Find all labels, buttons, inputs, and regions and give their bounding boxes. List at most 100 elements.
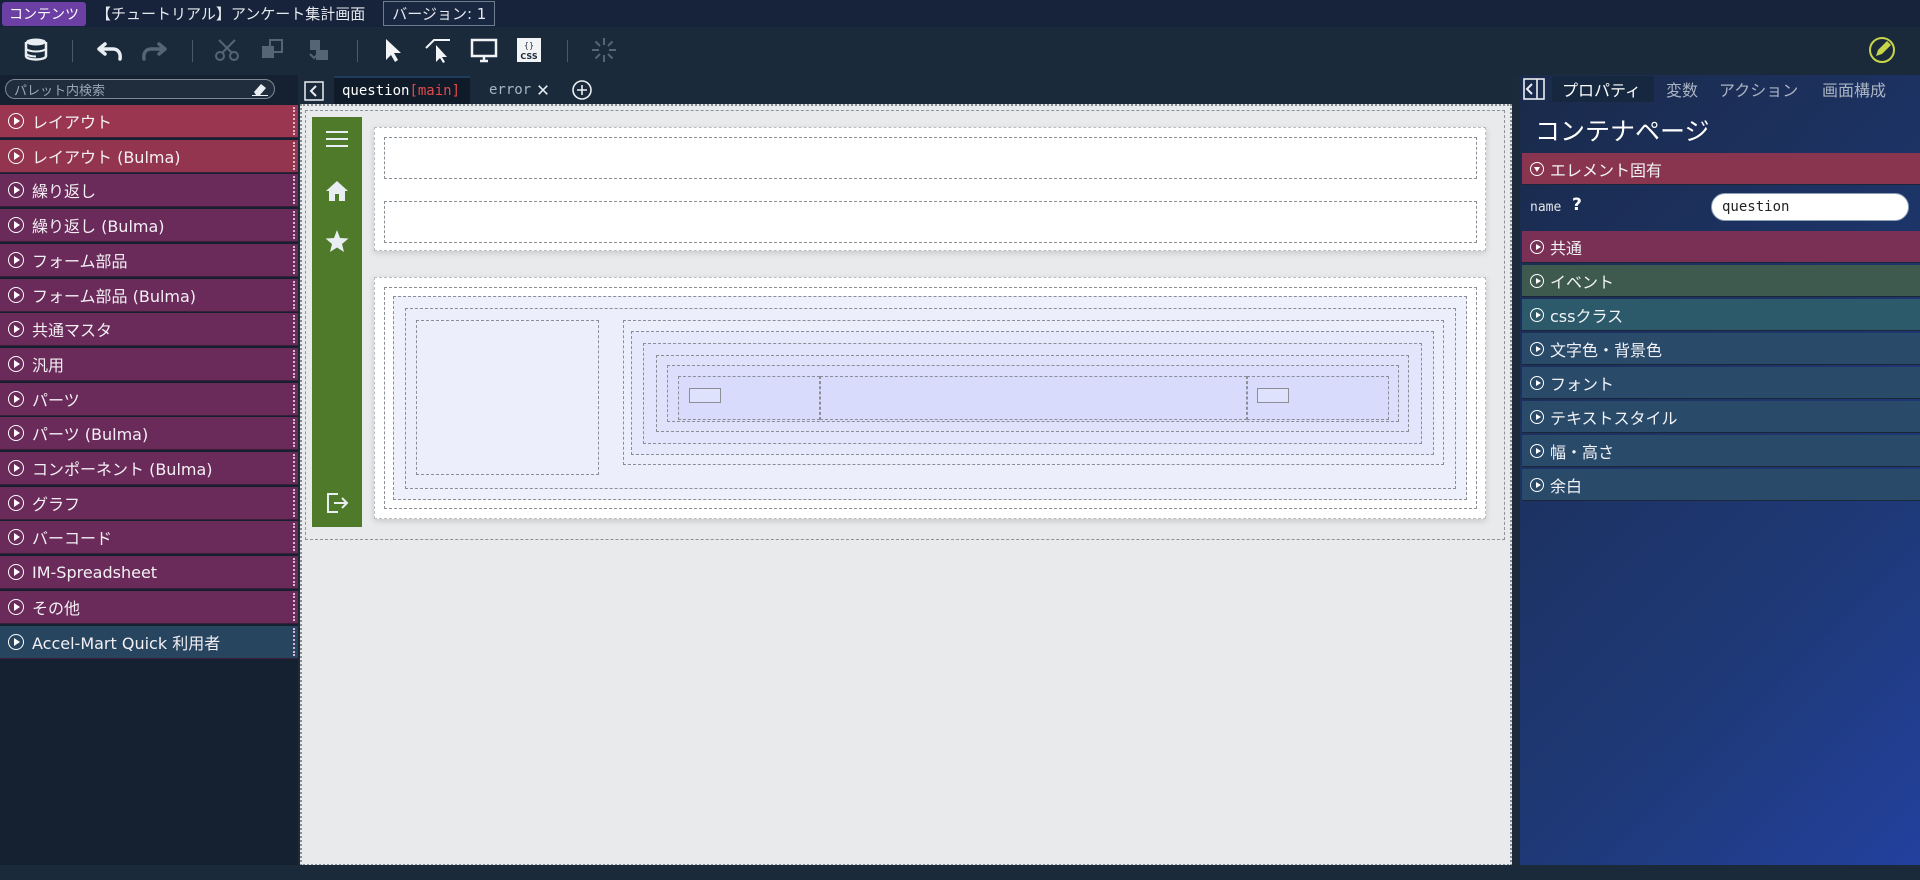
paste-icon[interactable] [302,34,334,66]
tab-variables-label: 変数 [1666,81,1699,100]
header-field-1[interactable] [384,137,1477,179]
palette-category[interactable]: グラフ [0,486,298,520]
palette-category[interactable]: レイアウト [0,105,298,138]
props-section-label: 共通 [1550,238,1583,258]
props-section[interactable]: テキストスタイル [1522,401,1920,433]
expand-icon [8,633,24,650]
drag-handle [293,141,295,170]
home-icon[interactable] [324,178,350,204]
palette-category-label: IM-Spreadsheet [32,562,158,582]
drag-handle [293,245,295,274]
palette-search-input[interactable]: パレット内検索 [5,79,275,99]
logout-icon[interactable] [324,490,350,516]
header-field-2[interactable] [384,201,1477,243]
palette-category-label: その他 [32,598,81,618]
expand-icon [8,182,24,199]
select-arrow-icon[interactable] [378,34,410,66]
redo-icon[interactable] [138,34,170,66]
palette-category[interactable]: パーツ [0,382,298,416]
edit-pencil-icon[interactable] [1866,34,1898,66]
props-section-label: フォント [1550,374,1615,394]
props-section[interactable]: エレメント固有 [1522,153,1920,185]
expand-icon [8,355,24,372]
hamburger-menu-icon[interactable] [324,126,350,152]
toolbar-separator [357,40,358,62]
expand-icon [1530,443,1544,458]
palette-category-label: パーツ (Bulma) [32,425,149,445]
props-section-label: 幅・高さ [1550,442,1615,462]
small-element-left[interactable] [689,388,721,403]
expand-icon [1530,307,1544,322]
star-icon[interactable] [324,228,350,254]
props-section-label: テキストスタイル [1550,408,1678,428]
palette-category[interactable]: レイアウト (Bulma) [0,139,298,173]
palette-search-placeholder: パレット内検索 [14,83,106,99]
expand-icon [8,147,24,164]
palette-category[interactable]: コンポーネント (Bulma) [0,452,298,485]
cut-icon[interactable] [211,34,243,66]
props-section[interactable]: 共通 [1522,231,1920,263]
props-section[interactable]: 幅・高さ [1522,435,1920,467]
tab-variables[interactable]: 変数 [1666,76,1698,102]
help-icon[interactable]: ? [1572,195,1582,215]
palette-category[interactable]: バーコード [0,521,298,555]
version-label[interactable]: バージョン: 1 [383,1,496,26]
palette-category[interactable]: 汎用 [0,347,298,381]
props-section[interactable]: イベント [1522,265,1920,297]
props-section[interactable]: 余白 [1522,469,1920,501]
close-icon[interactable] [537,84,549,96]
drag-handle [293,592,295,621]
palette-category[interactable]: Accel-Mart Quick 利用者 [0,625,298,659]
expand-icon [1530,477,1544,492]
tab-properties-label: プロパティ [1562,81,1642,100]
palette-category-label: 繰り返し [32,182,97,202]
collapse-palette-icon[interactable] [304,77,324,105]
css-icon[interactable]: {} CSS [513,34,545,66]
database-icon[interactable] [20,34,52,66]
toolbar-separator [72,40,73,62]
palette-category-label: 共通マスタ [32,321,113,341]
palette-category[interactable]: 共通マスタ [0,313,298,347]
left-column[interactable] [416,320,599,475]
palette-category[interactable]: その他 [0,590,298,624]
select-area-icon[interactable] [422,34,454,66]
props-section[interactable]: 文字色・背景色 [1522,333,1920,365]
palette-category[interactable]: フォーム部品 [0,243,298,277]
collapse-props-icon[interactable] [1523,76,1545,102]
tab-question-main[interactable]: question [main] [334,76,470,104]
drag-handle [293,454,295,482]
monitor-icon[interactable] [468,34,500,66]
props-section[interactable]: cssクラス [1522,299,1920,331]
status-strip [0,865,1920,880]
undo-icon[interactable] [94,34,126,66]
copy-icon[interactable] [256,34,288,66]
props-title: コンテナページ [1535,117,1710,146]
add-tab-icon[interactable] [571,76,593,104]
clear-search-icon[interactable] [252,82,268,96]
row-cell-middle[interactable] [820,376,1247,420]
palette-category[interactable]: 繰り返し [0,174,298,208]
tab-screen-structure[interactable]: 画面構成 [1822,76,1886,102]
palette-category[interactable]: パーツ (Bulma) [0,417,298,451]
drag-handle [293,349,295,378]
palette-category-label: 繰り返し (Bulma) [32,217,165,237]
tab-actions[interactable]: アクション [1719,76,1798,102]
screen-title: 【チュートリアル】アンケート集計画面 [96,5,366,23]
small-element-right[interactable] [1257,388,1289,403]
palette-category-label: パーツ [32,390,80,410]
expand-icon [8,217,24,234]
palette-category[interactable]: 繰り返し (Bulma) [0,209,298,243]
drag-handle [293,211,295,240]
loading-icon [588,34,620,66]
props-section-label: イベント [1550,272,1615,292]
tab-error[interactable]: error [489,76,559,104]
props-section[interactable]: フォント [1522,367,1920,399]
tab-error-label: error [489,82,532,98]
tab-properties[interactable]: プロパティ [1552,76,1654,102]
tab-screen-structure-label: 画面構成 [1822,81,1887,100]
name-property-input[interactable] [1711,193,1909,221]
svg-text:CSS: CSS [520,52,537,61]
palette-category[interactable]: フォーム部品 (Bulma) [0,278,298,312]
toolbar-separator [192,40,193,62]
palette-category[interactable]: IM-Spreadsheet [0,556,298,590]
